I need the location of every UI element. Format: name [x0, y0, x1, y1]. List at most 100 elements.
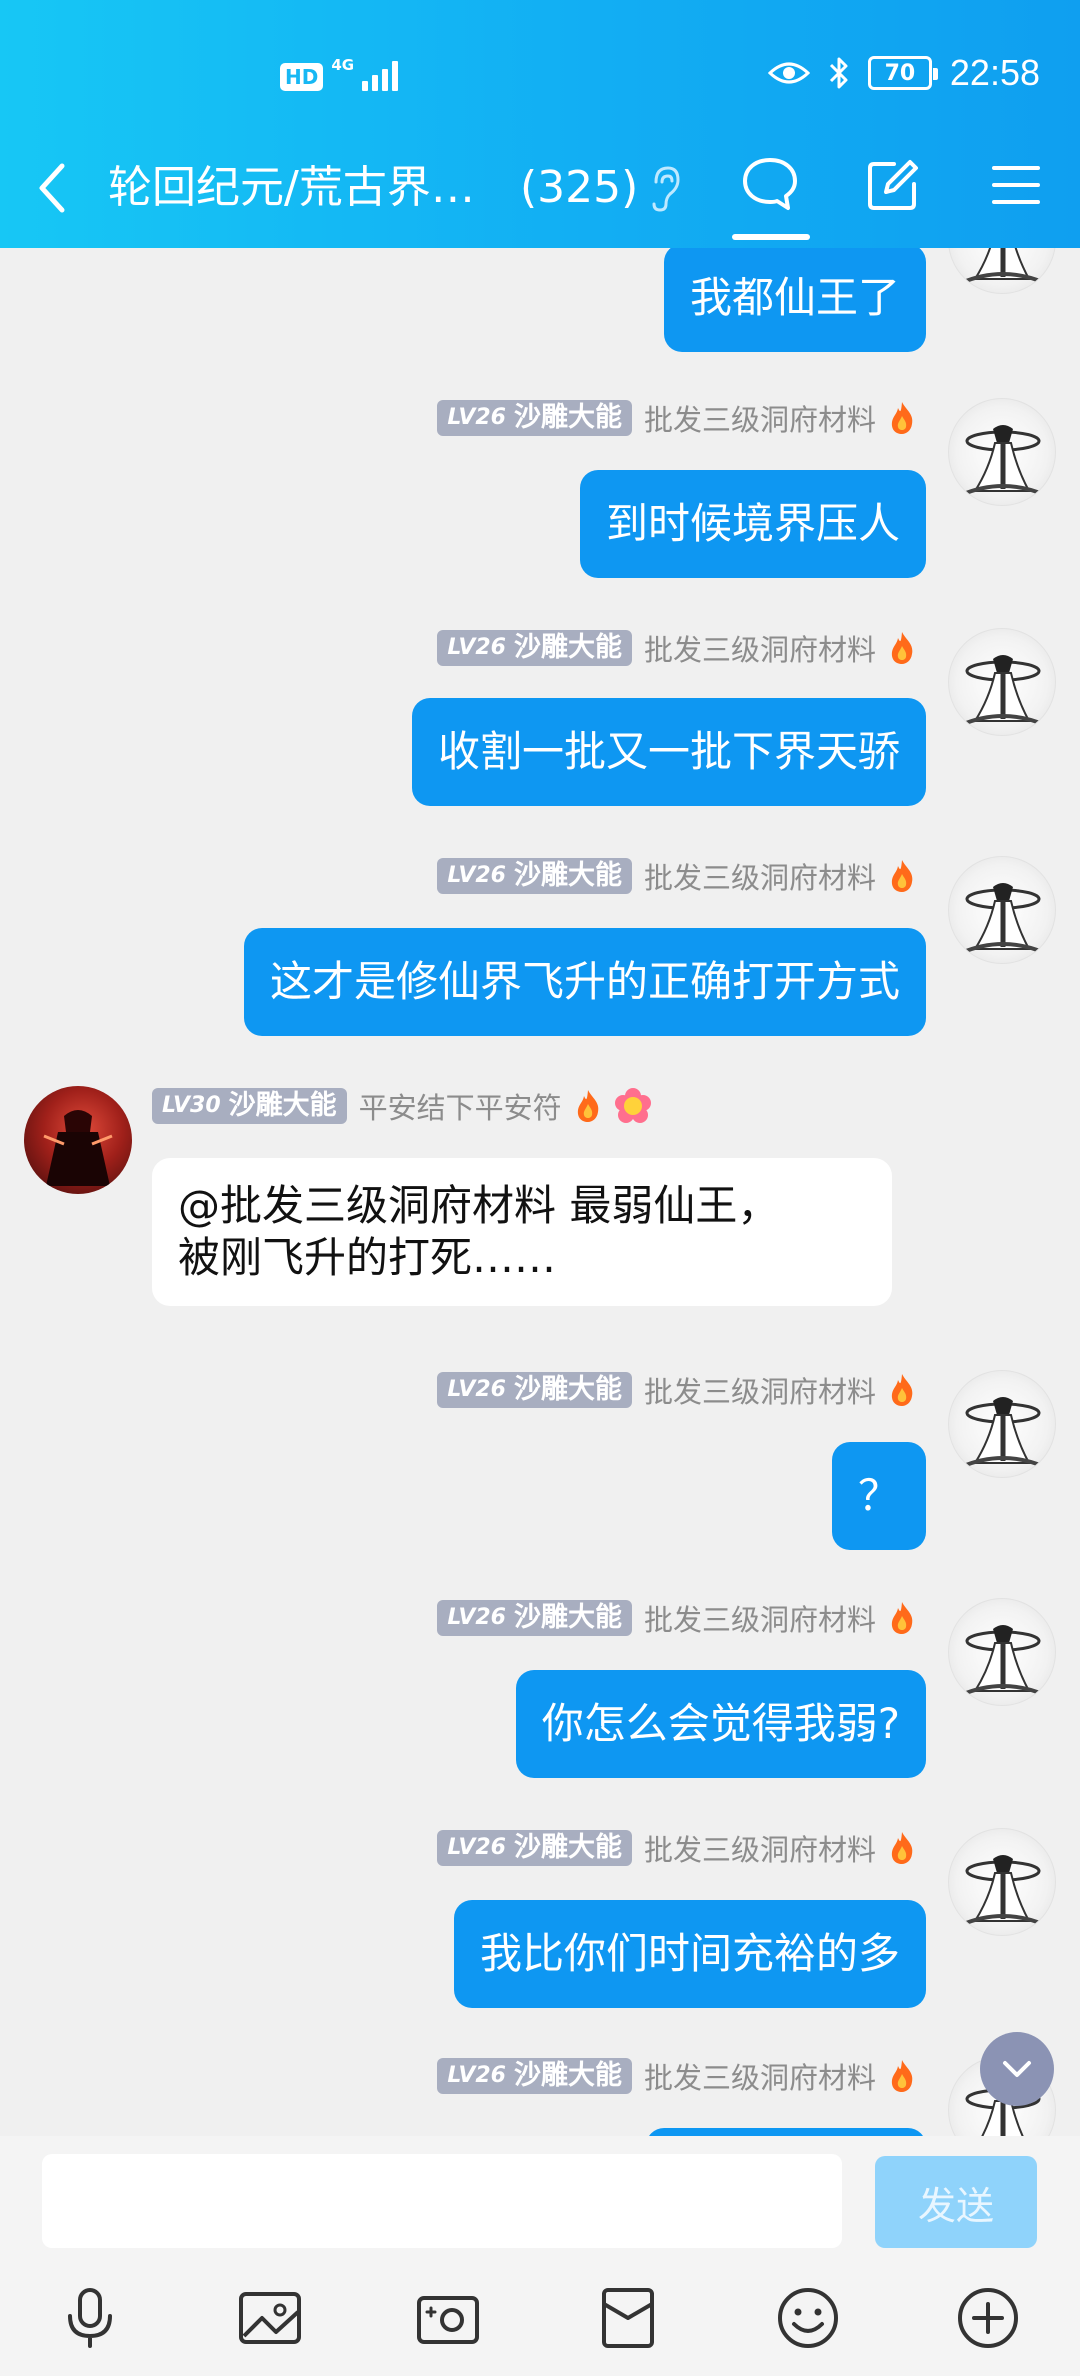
sender-name[interactable]: 批发三级洞府材料 [644, 2055, 876, 2097]
level-badge: LV26 沙雕大能 [437, 1830, 632, 1866]
message-meta: LV26 沙雕大能 批发三级洞府材料 [437, 1598, 916, 1638]
avatar[interactable] [948, 1598, 1056, 1706]
chat-bubble-icon[interactable] [740, 154, 800, 214]
menu-icon[interactable] [990, 160, 1042, 210]
message-line: @批发三级洞府材料 最弱仙王， [178, 1181, 780, 1230]
flame-icon [891, 402, 913, 434]
message-bubble[interactable]: 收割一批又一批下界天骄 [411, 698, 926, 806]
level-badge: LV26 沙雕大能 [437, 1372, 632, 1408]
ink-figure-icon [960, 1397, 1046, 1469]
red-packet-icon[interactable] [594, 2284, 662, 2352]
rank-title: 沙雕大能 [513, 1832, 622, 1863]
message-bubble[interactable]: 这才是修仙界飞升的正确打开方式 [243, 928, 926, 1036]
flame-icon [891, 2060, 913, 2092]
message-meta: LV26 沙雕大能 批发三级洞府材料 [437, 628, 916, 668]
message-line: 被刚飞升的打死…… [178, 1233, 557, 1282]
level-badge: LV26 沙雕大能 [437, 630, 632, 666]
flower-badge-icon [614, 1088, 651, 1123]
microphone-icon[interactable] [56, 2284, 124, 2352]
sender-name[interactable]: 批发三级洞府材料 [644, 1597, 876, 1639]
emoji-icon[interactable] [774, 2284, 842, 2352]
toolbar [0, 2256, 1080, 2376]
ink-figure-icon [960, 1625, 1046, 1697]
ink-figure-icon [960, 655, 1046, 727]
ear-icon[interactable] [648, 164, 682, 214]
sender-name[interactable]: 批发三级洞府材料 [644, 397, 876, 439]
sender-name[interactable]: 批发三级洞府材料 [644, 627, 876, 669]
message-bubble[interactable]: 到时候境界压人 [579, 470, 926, 578]
camera-icon[interactable] [414, 2284, 482, 2352]
status-right: 70 22:58 [767, 52, 1040, 94]
avatar[interactable] [948, 398, 1056, 506]
input-area: 发送 [0, 2136, 1080, 2256]
flame-icon [891, 860, 913, 892]
send-button[interactable]: 发送 [875, 2156, 1037, 2248]
ink-figure-icon [960, 1855, 1046, 1927]
message-bubble[interactable]: 我都仙王了 [663, 248, 926, 352]
network-status: HD 4G [280, 58, 399, 91]
rank-title: 沙雕大能 [228, 1090, 337, 1121]
level-badge: LV30 沙雕大能 [152, 1088, 347, 1124]
message-bubble[interactable]: @批发三级洞府材料 最弱仙王， 被刚飞升的打死…… [152, 1158, 892, 1306]
plus-icon[interactable] [954, 2284, 1022, 2352]
rank-title: 沙雕大能 [513, 2060, 622, 2091]
sender-name[interactable]: 批发三级洞府材料 [644, 855, 876, 897]
message-meta: LV30 沙雕大能 平安结下平安符 [152, 1086, 652, 1126]
edit-icon[interactable] [864, 156, 922, 214]
rank-title: 沙雕大能 [513, 860, 622, 891]
chevron-down-icon [1003, 2061, 1031, 2077]
bluetooth-icon [829, 57, 848, 89]
signal-icon [362, 61, 399, 91]
level-value: LV26 [447, 1605, 506, 1630]
message-meta: LV26 沙雕大能 批发三级洞府材料 [437, 1828, 916, 1868]
image-icon[interactable] [236, 2284, 304, 2352]
active-tab-indicator [732, 234, 810, 240]
flame-icon [891, 1374, 913, 1406]
avatar[interactable] [948, 248, 1056, 294]
level-value: LV26 [447, 1377, 506, 1402]
warrior-figure-icon [43, 1110, 113, 1186]
ink-figure-icon [960, 883, 1046, 955]
chat-title[interactable]: 轮回纪元/荒古界… [108, 156, 475, 220]
avatar[interactable] [948, 1828, 1056, 1936]
ink-figure-icon [960, 425, 1046, 497]
flame-icon [577, 1090, 598, 1122]
level-value: LV26 [447, 405, 506, 430]
avatar[interactable] [948, 1370, 1056, 1478]
nav-bar: 轮回纪元/荒古界… (325) [0, 140, 1080, 248]
ink-figure-icon [960, 248, 1046, 285]
level-badge: LV26 沙雕大能 [437, 2058, 632, 2094]
message-bubble[interactable]: 你怎么会觉得我弱? [515, 1670, 926, 1778]
flame-icon [891, 632, 913, 664]
level-badge: LV26 沙雕大能 [437, 858, 632, 894]
sender-name[interactable]: 批发三级洞府材料 [644, 1369, 876, 1411]
level-value: LV26 [447, 635, 506, 660]
avatar[interactable] [948, 628, 1056, 736]
sender-name[interactable]: 批发三级洞府材料 [644, 1827, 876, 1869]
message-input[interactable] [42, 2154, 842, 2248]
level-value: LV26 [447, 2063, 506, 2088]
message-bubble[interactable]: ？ [831, 1442, 926, 1550]
message-bubble[interactable] [646, 2128, 926, 2136]
avatar[interactable] [948, 856, 1056, 964]
rank-title: 沙雕大能 [513, 632, 622, 663]
battery-icon: 70 [867, 56, 938, 90]
scroll-to-bottom-button[interactable] [980, 2032, 1054, 2106]
rank-title: 沙雕大能 [513, 402, 622, 433]
header: HD 4G 70 22:58 轮回纪元/荒古界… (325) [0, 0, 1080, 248]
level-value: LV30 [162, 1093, 221, 1118]
message-meta: LV26 沙雕大能 批发三级洞府材料 [437, 856, 916, 896]
level-badge: LV26 沙雕大能 [437, 1600, 632, 1636]
hd-badge: HD [280, 63, 324, 91]
member-count[interactable]: (325) [520, 156, 638, 220]
rank-title: 沙雕大能 [513, 1602, 622, 1633]
message-bubble[interactable]: 我比你们时间充裕的多 [453, 1900, 926, 2008]
message-meta: LV26 沙雕大能 批发三级洞府材料 [437, 398, 916, 438]
sender-name[interactable]: 平安结下平安符 [359, 1085, 562, 1127]
back-icon[interactable] [32, 158, 72, 218]
battery-level: 70 [884, 60, 916, 86]
avatar[interactable] [24, 1086, 132, 1194]
level-value: LV26 [447, 863, 506, 888]
message-list[interactable]: 我都仙王了 LV26 沙雕大能 批发三级洞府材料 到时候境界压人 LV26 沙雕大能… [0, 248, 1080, 2136]
rank-title: 沙雕大能 [513, 1374, 622, 1405]
